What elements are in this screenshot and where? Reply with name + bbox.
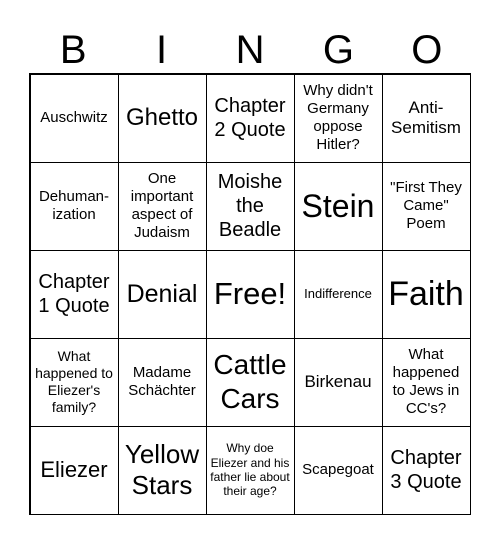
bingo-cell[interactable]: Anti-Semitism (381, 73, 471, 163)
bingo-cell[interactable]: Why didn't Germany oppose Hitler? (293, 73, 383, 163)
cell-text: Auschwitz (40, 109, 108, 126)
header-letter: G (322, 28, 354, 72)
cell-text: Indifference (304, 286, 372, 302)
bingo-cell[interactable]: "First They Came" Poem (381, 161, 471, 251)
bingo-cell[interactable]: One important aspect of Judaism (117, 161, 207, 251)
bingo-cell[interactable]: What happened to Jews in CC's? (381, 337, 471, 427)
bingo-cell[interactable]: Birkenau (293, 337, 383, 427)
cell-text: Yellow Stars (124, 438, 200, 500)
bingo-cell[interactable]: Dehuman-ization (29, 161, 119, 251)
cell-text: Scapegoat (302, 461, 374, 478)
bingo-cell[interactable]: Chapter 1 Quote (29, 249, 119, 339)
free-space-cell[interactable]: Free! (205, 249, 295, 339)
bingo-cell[interactable]: Chapter 2 Quote (205, 73, 295, 163)
cell-text: Birkenau (304, 371, 372, 391)
bingo-cell[interactable]: Moishe the Beadle (205, 161, 295, 251)
cell-text: Stein (301, 187, 375, 224)
cell-text: Moishe the Beadle (217, 171, 283, 241)
bingo-cell[interactable]: Stein (293, 161, 383, 251)
bingo-cell[interactable]: Scapegoat (293, 425, 383, 515)
cell-text: Why doe Eliezer and his father lie about… (210, 441, 290, 499)
bingo-cell[interactable]: Yellow Stars (117, 425, 207, 515)
cell-text: "First They Came" Poem (390, 179, 462, 232)
bingo-cell[interactable]: Why doe Eliezer and his father lie about… (205, 425, 295, 515)
cell-text: Denial (126, 280, 198, 308)
cell-text: Eliezer (40, 456, 108, 482)
bingo-cell[interactable]: Ghetto (117, 73, 207, 163)
header-letter: O (411, 28, 443, 72)
cell-text: Ghetto (125, 103, 199, 131)
cell-text: Dehuman-ization (38, 188, 110, 223)
header-letter: N (235, 28, 265, 72)
cell-text: Madame Schächter (128, 364, 196, 399)
bingo-cell[interactable]: What happened to Eliezer's family? (29, 337, 119, 427)
cell-text: Chapter 3 Quote (390, 447, 462, 493)
cell-text: What happened to Jews in CC's? (392, 346, 460, 417)
cell-text: Anti-Semitism (391, 97, 461, 137)
bingo-cell[interactable]: Denial (117, 249, 207, 339)
header-letter: B (59, 28, 87, 72)
bingo-cell[interactable]: Chapter 3 Quote (381, 425, 471, 515)
cell-text: One important aspect of Judaism (130, 170, 194, 241)
cell-text: What happened to Eliezer's family? (35, 348, 113, 415)
bingo-cell[interactable]: Eliezer (29, 425, 119, 515)
cell-text: Why didn't Germany oppose Hitler? (303, 82, 373, 153)
bingo-cell[interactable]: Madame Schächter (117, 337, 207, 427)
bingo-cell[interactable]: Faith (381, 249, 471, 339)
cell-text: Free! (213, 276, 287, 312)
cell-text: Faith (388, 274, 464, 313)
bingo-cell[interactable]: Auschwitz (29, 73, 119, 163)
cell-text: Cattle Cars (213, 349, 287, 414)
header-letter: I (156, 28, 168, 72)
bingo-grid: Auschwitz Ghetto Chapter 2 Quote Why didn't… (29, 73, 471, 515)
cell-text: Chapter 1 Quote (38, 271, 110, 317)
bingo-header: B I N G O (29, 26, 471, 74)
bingo-cell[interactable]: Cattle Cars (205, 337, 295, 427)
cell-text: Chapter 2 Quote (214, 95, 286, 141)
bingo-cell[interactable]: Indifference (293, 249, 383, 339)
